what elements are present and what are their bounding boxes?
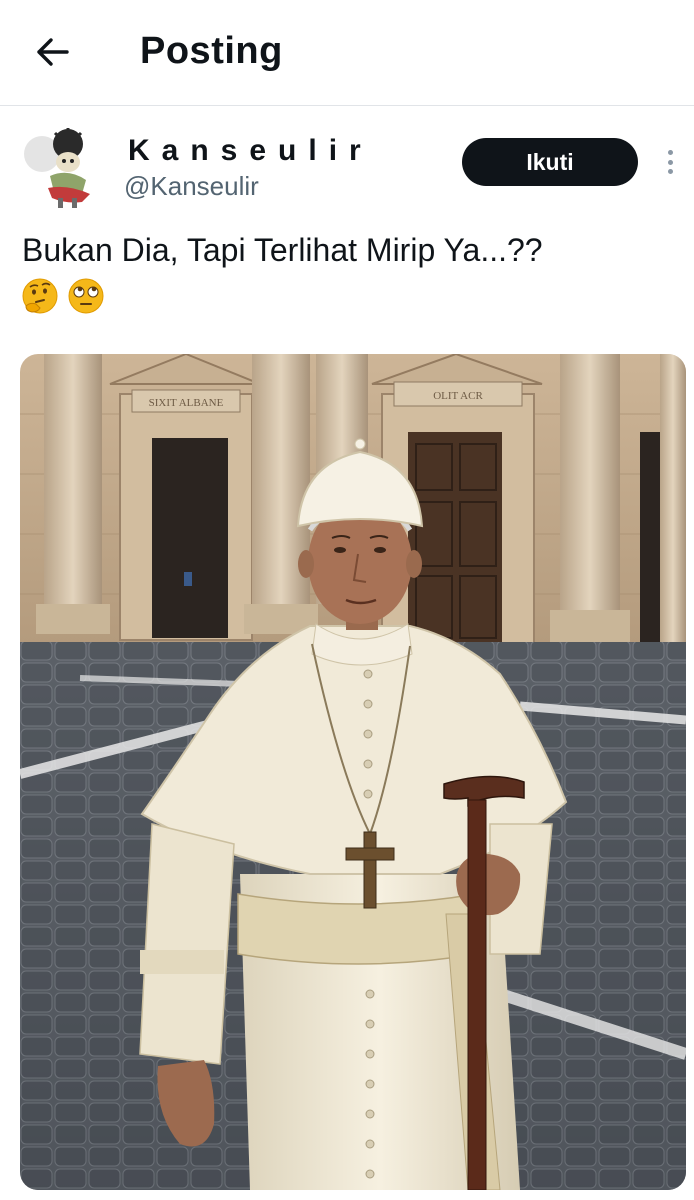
more-dot	[667, 159, 673, 165]
post-emojis	[20, 276, 106, 316]
thinking-face-emoji-icon	[22, 278, 58, 314]
author-handle[interactable]: @Kanseulir	[124, 171, 259, 202]
back-button[interactable]	[28, 28, 76, 76]
author-display-name[interactable]: Kanseulir	[128, 134, 373, 168]
page-title: Posting	[140, 30, 283, 72]
arrow-left-icon	[37, 38, 69, 66]
more-dot	[667, 169, 673, 174]
more-options-button[interactable]	[658, 146, 682, 178]
follow-button[interactable]: Ikuti	[462, 138, 638, 186]
left-door-inscription: SIXIT ALBANE	[149, 397, 224, 409]
right-door-inscription: OLIT ACR	[433, 390, 483, 402]
top-bar: Posting	[0, 0, 694, 106]
photo-illustration: SIXIT ALBANE OLIT ACR	[20, 354, 686, 1190]
cartoon-avatar-icon	[24, 128, 90, 208]
more-vertical-icon	[667, 150, 673, 155]
post-media-image[interactable]: SIXIT ALBANE OLIT ACR	[20, 354, 686, 1190]
face-with-rolling-eyes-emoji-icon	[68, 278, 104, 314]
avatar[interactable]	[22, 128, 94, 210]
post-text: Bukan Dia, Tapi Terlihat Mirip Ya...??	[22, 232, 543, 268]
